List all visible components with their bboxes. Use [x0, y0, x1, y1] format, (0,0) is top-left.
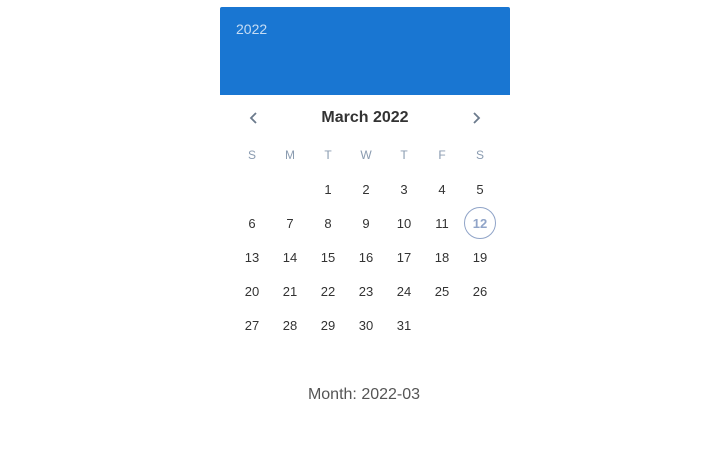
day-number: 4	[438, 181, 446, 197]
year-selector[interactable]: 2022	[236, 21, 267, 37]
day-number: 17	[396, 249, 412, 265]
day-number: 21	[282, 283, 298, 299]
day-number: 31	[396, 317, 412, 333]
day-cell[interactable]: 6	[233, 206, 271, 240]
day-cell[interactable]: 30	[347, 308, 385, 342]
day-number: 24	[396, 283, 412, 299]
day-cell[interactable]: 9	[347, 206, 385, 240]
day-number: 5	[476, 181, 484, 197]
day-number: 19	[472, 249, 488, 265]
day-cell[interactable]: 29	[309, 308, 347, 342]
picker-header: 2022	[220, 7, 510, 95]
day-number: 27	[244, 317, 260, 333]
day-cell[interactable]: 16	[347, 240, 385, 274]
day-cell[interactable]: 27	[233, 308, 271, 342]
weekday-label: S	[247, 148, 256, 162]
day-cell-today[interactable]: 12	[461, 206, 499, 240]
day-number: 16	[358, 249, 374, 265]
day-cell[interactable]: 19	[461, 240, 499, 274]
day-number: 30	[358, 317, 374, 333]
day-number: 20	[244, 283, 260, 299]
weekday-label: T	[324, 148, 332, 162]
day-cell[interactable]: 4	[423, 172, 461, 206]
weekday-header: SMTWTFS	[233, 148, 499, 162]
day-number: 10	[396, 215, 412, 231]
empty-day-cell	[233, 172, 271, 206]
day-number: 3	[400, 181, 408, 197]
day-number: 12	[464, 207, 496, 239]
weekday-label: S	[475, 148, 484, 162]
day-cell[interactable]: 15	[309, 240, 347, 274]
day-cell[interactable]: 25	[423, 274, 461, 308]
day-number: 8	[324, 215, 332, 231]
day-cell[interactable]: 21	[271, 274, 309, 308]
day-number: 13	[244, 249, 260, 265]
weekday-label: T	[400, 148, 408, 162]
day-number: 22	[320, 283, 336, 299]
day-number: 15	[320, 249, 336, 265]
day-cell[interactable]: 22	[309, 274, 347, 308]
day-cell[interactable]: 31	[385, 308, 423, 342]
date-picker: 2022 March 2022	[220, 7, 510, 141]
day-cell[interactable]: 17	[385, 240, 423, 274]
day-cell[interactable]: 1	[309, 172, 347, 206]
day-number: 18	[434, 249, 450, 265]
weekday-label: F	[438, 148, 446, 162]
day-number: 1	[324, 181, 332, 197]
day-number: 6	[248, 215, 256, 231]
empty-day-cell	[271, 172, 309, 206]
day-cell[interactable]: 20	[233, 274, 271, 308]
day-number: 7	[286, 215, 294, 231]
day-number: 23	[358, 283, 374, 299]
month-navigation: March 2022	[220, 95, 510, 141]
day-cell[interactable]: 3	[385, 172, 423, 206]
day-number: 2	[362, 181, 370, 197]
day-cell[interactable]: 5	[461, 172, 499, 206]
day-number: 28	[282, 317, 298, 333]
day-cell[interactable]: 8	[309, 206, 347, 240]
day-cell[interactable]: 26	[461, 274, 499, 308]
day-number: 29	[320, 317, 336, 333]
chevron-right-icon	[473, 112, 481, 124]
day-cell[interactable]: 2	[347, 172, 385, 206]
day-number: 14	[282, 249, 298, 265]
day-number: 25	[434, 283, 450, 299]
weekday-label: M	[285, 148, 295, 162]
day-number: 9	[362, 215, 370, 231]
selected-month-caption: Month: 2022-03	[307, 386, 421, 403]
day-cell[interactable]: 13	[233, 240, 271, 274]
day-number: 11	[435, 215, 449, 231]
day-cell[interactable]: 18	[423, 240, 461, 274]
day-cell[interactable]: 23	[347, 274, 385, 308]
day-number: 26	[472, 283, 488, 299]
day-cell[interactable]: 10	[385, 206, 423, 240]
day-cell[interactable]: 11	[423, 206, 461, 240]
day-cell[interactable]: 28	[271, 308, 309, 342]
next-month-button[interactable]	[462, 104, 490, 132]
weekday-label: W	[360, 148, 372, 162]
day-cell[interactable]: 24	[385, 274, 423, 308]
day-grid: 1 2 3 4 5 6 7 8 9 10 11 12 13 14 15 16 17 18 19 20 21 22 23 24 2…	[233, 172, 499, 342]
day-cell[interactable]: 7	[271, 206, 309, 240]
day-cell[interactable]: 14	[271, 240, 309, 274]
